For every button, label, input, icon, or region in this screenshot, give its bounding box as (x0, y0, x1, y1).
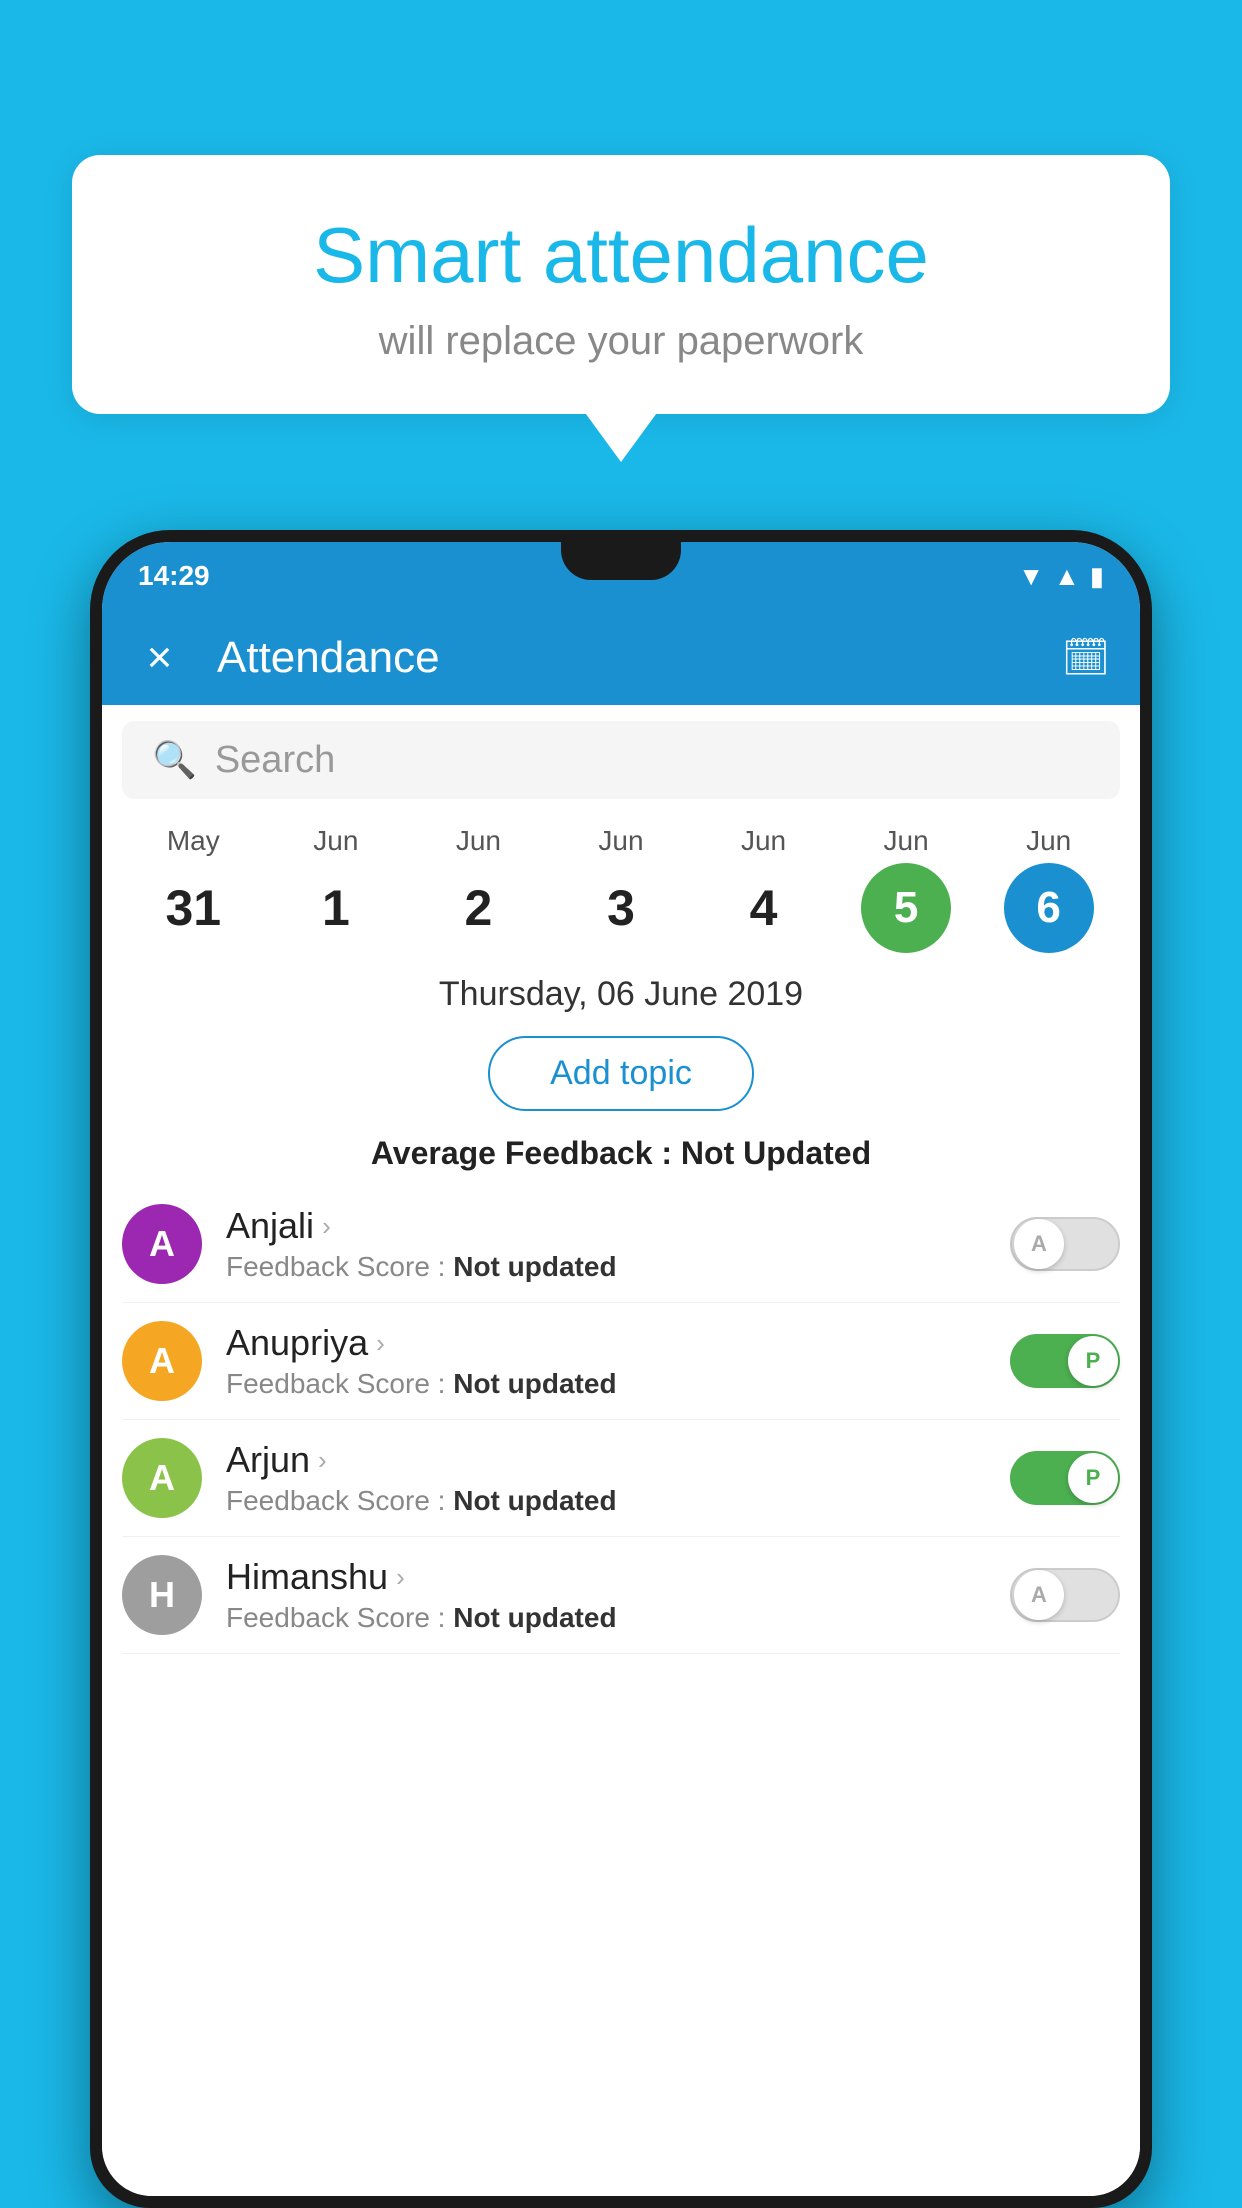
add-topic-button[interactable]: Add topic (488, 1036, 754, 1111)
day-number[interactable]: 1 (291, 863, 381, 953)
student-name: Anupriya › (226, 1322, 986, 1364)
toggle-switch[interactable]: A (1010, 1217, 1120, 1271)
day-number[interactable]: 6 (1004, 863, 1094, 953)
wifi-icon: ▼ (1018, 561, 1044, 592)
day-number[interactable]: 5 (861, 863, 951, 953)
student-info: Anupriya › Feedback Score : Not updated (226, 1322, 986, 1400)
month-label: Jun (1026, 825, 1071, 857)
attendance-toggle[interactable]: A (1010, 1568, 1120, 1622)
chevron-right-icon: › (396, 1562, 405, 1593)
app-title: Attendance (217, 633, 1032, 683)
attendance-toggle[interactable]: A (1010, 1217, 1120, 1271)
chevron-right-icon: › (322, 1211, 331, 1242)
student-name: Anjali › (226, 1205, 986, 1247)
status-time: 14:29 (138, 560, 210, 592)
toggle-switch[interactable]: P (1010, 1334, 1120, 1388)
chevron-right-icon: › (376, 1328, 385, 1359)
selected-date: Thursday, 06 June 2019 (102, 953, 1140, 1026)
chevron-right-icon: › (318, 1445, 327, 1476)
student-list: AAnjali ›Feedback Score : Not updatedAAA… (102, 1186, 1140, 1654)
calendar-button[interactable]: 🗓 (1062, 636, 1110, 680)
feedback-score: Feedback Score : Not updated (226, 1602, 986, 1634)
day-number[interactable]: 3 (576, 863, 666, 953)
avatar: A (122, 1321, 202, 1401)
month-label: Jun (313, 825, 358, 857)
day-number[interactable]: 4 (719, 863, 809, 953)
day-number[interactable]: 31 (148, 863, 238, 953)
student-info: Anjali › Feedback Score : Not updated (226, 1205, 986, 1283)
status-icons: ▼ ▲ ▮ (1018, 561, 1104, 592)
bubble-title: Smart attendance (132, 210, 1110, 301)
date-col[interactable]: May 31 (133, 825, 253, 953)
avatar: A (122, 1204, 202, 1284)
month-label: Jun (884, 825, 929, 857)
date-col[interactable]: Jun 6 (989, 825, 1109, 953)
avg-feedback: Average Feedback : Not Updated (102, 1121, 1140, 1186)
avatar: H (122, 1555, 202, 1635)
date-col[interactable]: Jun 2 (418, 825, 538, 953)
month-label: Jun (598, 825, 643, 857)
toggle-thumb: A (1014, 1570, 1064, 1620)
search-input[interactable]: Search (215, 739, 335, 782)
date-col[interactable]: Jun 1 (276, 825, 396, 953)
search-icon: 🔍 (152, 739, 197, 781)
toggle-thumb: P (1068, 1453, 1118, 1503)
avg-feedback-label: Average Feedback : (371, 1135, 681, 1171)
student-info: Arjun › Feedback Score : Not updated (226, 1439, 986, 1517)
avg-feedback-value: Not Updated (681, 1135, 871, 1171)
student-item[interactable]: A Arjun › Feedback Score : Not updated P (122, 1420, 1120, 1537)
day-number[interactable]: 2 (433, 863, 523, 953)
toggle-switch[interactable]: A (1010, 1568, 1120, 1622)
student-name: Arjun › (226, 1439, 986, 1481)
date-strip: May 31 Jun 1 Jun 2 Jun 3 Jun 4 Jun 5 Jun 6 (102, 815, 1140, 953)
student-item[interactable]: A Anjali › Feedback Score : Not updated A (122, 1186, 1120, 1303)
student-name: Himanshu › (226, 1556, 986, 1598)
date-col[interactable]: Jun 5 (846, 825, 966, 953)
student-item[interactable]: A Anupriya › Feedback Score : Not updated P (122, 1303, 1120, 1420)
toggle-switch[interactable]: P (1010, 1451, 1120, 1505)
student-info: Himanshu › Feedback Score : Not updated (226, 1556, 986, 1634)
phone-notch (561, 542, 681, 580)
avatar: A (122, 1438, 202, 1518)
student-item[interactable]: H Himanshu › Feedback Score : Not updated A (122, 1537, 1120, 1654)
toggle-thumb: A (1014, 1219, 1064, 1269)
feedback-score: Feedback Score : Not updated (226, 1368, 986, 1400)
signal-icon: ▲ (1054, 561, 1080, 592)
attendance-toggle[interactable]: P (1010, 1334, 1120, 1388)
date-col[interactable]: Jun 3 (561, 825, 681, 953)
phone-screen: 14:29 ▼ ▲ ▮ × Attendance 🗓 🔍 Search May 3… (102, 542, 1140, 2196)
phone-frame: 14:29 ▼ ▲ ▮ × Attendance 🗓 🔍 Search May 3… (90, 530, 1152, 2208)
speech-bubble: Smart attendance will replace your paper… (72, 155, 1170, 414)
month-label: Jun (456, 825, 501, 857)
month-label: May (167, 825, 220, 857)
feedback-score: Feedback Score : Not updated (226, 1251, 986, 1283)
toggle-thumb: P (1068, 1336, 1118, 1386)
close-button[interactable]: × (132, 633, 187, 683)
bubble-subtitle: will replace your paperwork (132, 319, 1110, 364)
date-col[interactable]: Jun 4 (704, 825, 824, 953)
app-bar: × Attendance 🗓 (102, 610, 1140, 705)
search-bar[interactable]: 🔍 Search (122, 721, 1120, 799)
attendance-toggle[interactable]: P (1010, 1451, 1120, 1505)
battery-icon: ▮ (1090, 561, 1104, 592)
month-label: Jun (741, 825, 786, 857)
app-screen: 🔍 Search May 31 Jun 1 Jun 2 Jun 3 Jun 4 Jun 5 Jun 6 T… (102, 705, 1140, 2196)
feedback-score: Feedback Score : Not updated (226, 1485, 986, 1517)
